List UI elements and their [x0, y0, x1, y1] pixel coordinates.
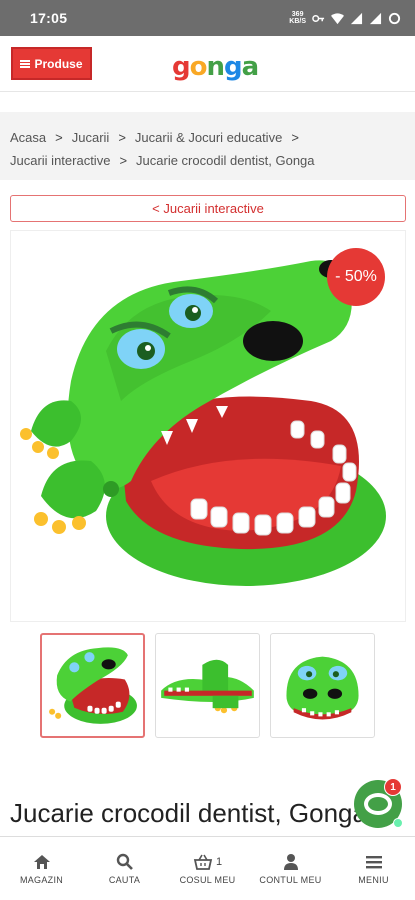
product-page: 17:05 369 KB/S Produse g o n g a Acasa >…: [0, 0, 415, 900]
chat-online-indicator: [393, 818, 403, 828]
breadcrumb-home[interactable]: Acasa: [10, 130, 46, 145]
gonga-logo[interactable]: g o n g a: [172, 46, 259, 82]
wifi-icon: [331, 12, 344, 24]
search-icon: [116, 853, 133, 870]
nav-menu[interactable]: MENIU: [332, 837, 415, 900]
home-icon: [33, 854, 50, 869]
battery-icon: [388, 12, 401, 24]
nav-search[interactable]: CAUTA: [83, 837, 166, 900]
data-rate: 369 KB/S: [289, 11, 306, 25]
signal-2-icon: [369, 12, 382, 24]
nav-shop[interactable]: MAGAZIN: [0, 837, 83, 900]
products-menu-label: Produse: [34, 56, 83, 71]
back-to-category-link[interactable]: < Jucarii interactive: [10, 195, 406, 222]
breadcrumb-current: Jucarie crocodil dentist, Gonga: [136, 153, 315, 168]
breadcrumb-toys[interactable]: Jucarii: [72, 130, 110, 145]
status-time: 17:05: [30, 10, 68, 26]
thumbnail-face[interactable]: [270, 633, 375, 738]
bottom-nav: MAGAZIN CAUTA 1 COSUL MEU CONTUL MEU MEN…: [0, 836, 415, 900]
key-icon: [312, 14, 325, 22]
nav-search-label: CAUTA: [108, 874, 141, 885]
status-icons: 369 KB/S: [289, 11, 401, 25]
thumbnail-front[interactable]: [40, 633, 145, 738]
breadcrumb: Acasa > Jucarii > Jucarii & Jocuri educative…: [0, 112, 415, 180]
thumbnail-side[interactable]: [155, 633, 260, 738]
nav-account-label: CONTUL MEU: [259, 874, 322, 885]
nav-cart[interactable]: 1 COSUL MEU: [166, 837, 249, 900]
site-header: Produse g o n g a: [0, 36, 415, 92]
hamburger-icon: [20, 59, 31, 68]
chevron-right-icon: >: [119, 153, 128, 168]
user-icon: [283, 854, 298, 870]
breadcrumb-educational[interactable]: Jucarii & Jocuri educative: [135, 130, 282, 145]
products-menu-button[interactable]: Produse: [11, 47, 92, 80]
breadcrumb-interactive[interactable]: Jucarii interactive: [10, 153, 110, 168]
nav-shop-label: MAGAZIN: [19, 874, 64, 885]
cart-icon: [193, 854, 213, 870]
discount-badge: - 50%: [327, 248, 385, 306]
chat-unread-badge: 1: [384, 778, 402, 796]
chevron-right-icon: >: [55, 130, 63, 145]
nav-menu-label: MENIU: [358, 874, 389, 885]
cart-count: 1: [215, 855, 223, 868]
menu-icon: [365, 855, 382, 868]
nav-cart-label: COSUL MEU: [179, 874, 236, 885]
signal-icon: [350, 12, 363, 24]
chevron-right-icon: >: [291, 130, 299, 145]
status-bar: 17:05 369 KB/S: [0, 0, 415, 36]
chat-bubble-icon: [364, 793, 392, 815]
thumbnail-gallery: [40, 633, 376, 738]
nav-account[interactable]: CONTUL MEU: [249, 837, 332, 900]
chevron-right-icon: >: [118, 130, 126, 145]
